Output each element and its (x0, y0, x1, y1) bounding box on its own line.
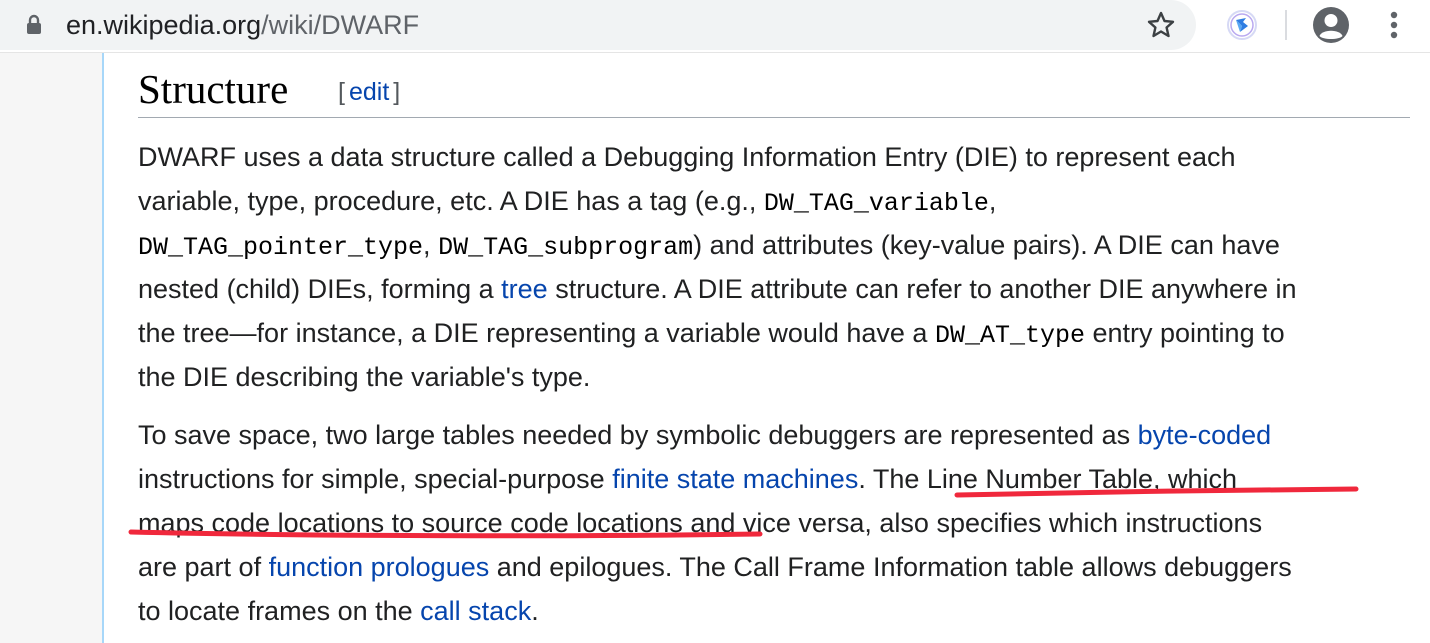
p1-text: , (988, 186, 997, 216)
url-text[interactable]: en.wikipedia.org/wiki/DWARF (66, 7, 419, 43)
p1-text: ) and attributes (key-value pairs). A DI… (693, 230, 1280, 260)
profile-avatar-icon[interactable] (1312, 6, 1350, 44)
p2-text: maps code locations to source code locat… (138, 508, 1263, 538)
address-bar[interactable]: en.wikipedia.org/wiki/DWARF (0, 0, 1196, 50)
page-background: Structure [edit] DWARF uses a data struc… (0, 52, 1430, 643)
edit-bracket-open: [ (338, 78, 345, 106)
p1-text: variable, type, procedure, etc. A DIE ha… (138, 186, 764, 216)
link-tree[interactable]: tree (501, 274, 548, 304)
paragraph-tables: To save space, two large tables needed b… (138, 413, 1418, 633)
p1-line-5: the tree—for instance, a DIE representin… (138, 311, 1418, 355)
p1-text: DWARF uses a data structure called a Deb… (138, 142, 1236, 172)
browser-toolbar: en.wikipedia.org/wiki/DWARF (0, 0, 1430, 52)
p1-text: the tree—for instance, a DIE representin… (138, 318, 935, 348)
code-tag-pointer-type: DW_TAG_pointer_type (138, 233, 424, 262)
edit-section: [edit] (338, 75, 400, 109)
p1-line-4: nested (child) DIEs, forming a tree stru… (138, 267, 1418, 311)
p1-text: , (423, 230, 439, 260)
p1-line-2: variable, type, procedure, etc. A DIE ha… (138, 179, 1418, 223)
more-menu-icon[interactable] (1384, 8, 1404, 42)
p2-text: To save space, two large tables needed b… (138, 420, 1138, 450)
p1-line-3: DW_TAG_pointer_type, DW_TAG_subprogram) … (138, 223, 1418, 267)
p1-line-1: DWARF uses a data structure called a Deb… (138, 135, 1418, 179)
p2-text: are part of (138, 552, 269, 582)
link-call-stack[interactable]: call stack (420, 596, 531, 626)
code-tag-subprogram: DW_TAG_subprogram (438, 233, 694, 262)
toolbar-separator (1285, 10, 1287, 40)
extension-icon[interactable] (1226, 9, 1258, 41)
link-finite-state-machines[interactable]: finite state machines (612, 464, 858, 494)
section-heading: Structure [edit] (138, 63, 1410, 118)
p1-text: entry pointing to (1084, 318, 1285, 348)
url-host: en.wikipedia.org (66, 10, 262, 40)
p1-text: nested (child) DIEs, forming a (138, 274, 502, 304)
p1-line-6: the DIE describing the variable's type. (138, 355, 1418, 399)
p2-text: . The Line Number Table, which (858, 464, 1238, 494)
code-at-type: DW_AT_type (934, 321, 1085, 350)
p2-line-5: to locate frames on the call stack. (138, 589, 1418, 633)
edit-link[interactable]: edit (349, 78, 389, 106)
article-content: Structure [edit] DWARF uses a data struc… (102, 53, 1430, 643)
p1-text: the DIE describing the variable's type. (138, 362, 591, 392)
link-function-prologues[interactable]: function prologues (269, 552, 490, 582)
p2-text: and epilogues. The Call Frame Informatio… (489, 552, 1292, 582)
p2-line-1: To save space, two large tables needed b… (138, 413, 1418, 457)
p2-line-2: instructions for simple, special-purpose… (138, 457, 1418, 501)
section-title: Structure (138, 66, 289, 112)
p2-line-4: are part of function prologues and epilo… (138, 545, 1418, 589)
p1-text: structure. A DIE attribute can refer to … (547, 274, 1297, 304)
link-byte-coded[interactable]: byte-coded (1138, 420, 1272, 450)
p2-text: to locate frames on the (138, 596, 421, 626)
paragraph-die: DWARF uses a data structure called a Deb… (138, 135, 1418, 399)
p2-text: instructions for simple, special-purpose (138, 464, 613, 494)
p2-text: . (531, 596, 539, 626)
url-path: /wiki/DWARF (261, 10, 420, 40)
p2-line-3: maps code locations to source code locat… (138, 501, 1418, 545)
code-tag-variable: DW_TAG_variable (763, 189, 989, 218)
edit-bracket-close: ] (393, 78, 401, 106)
lock-icon[interactable] (22, 13, 46, 37)
star-icon[interactable] (1146, 10, 1176, 40)
